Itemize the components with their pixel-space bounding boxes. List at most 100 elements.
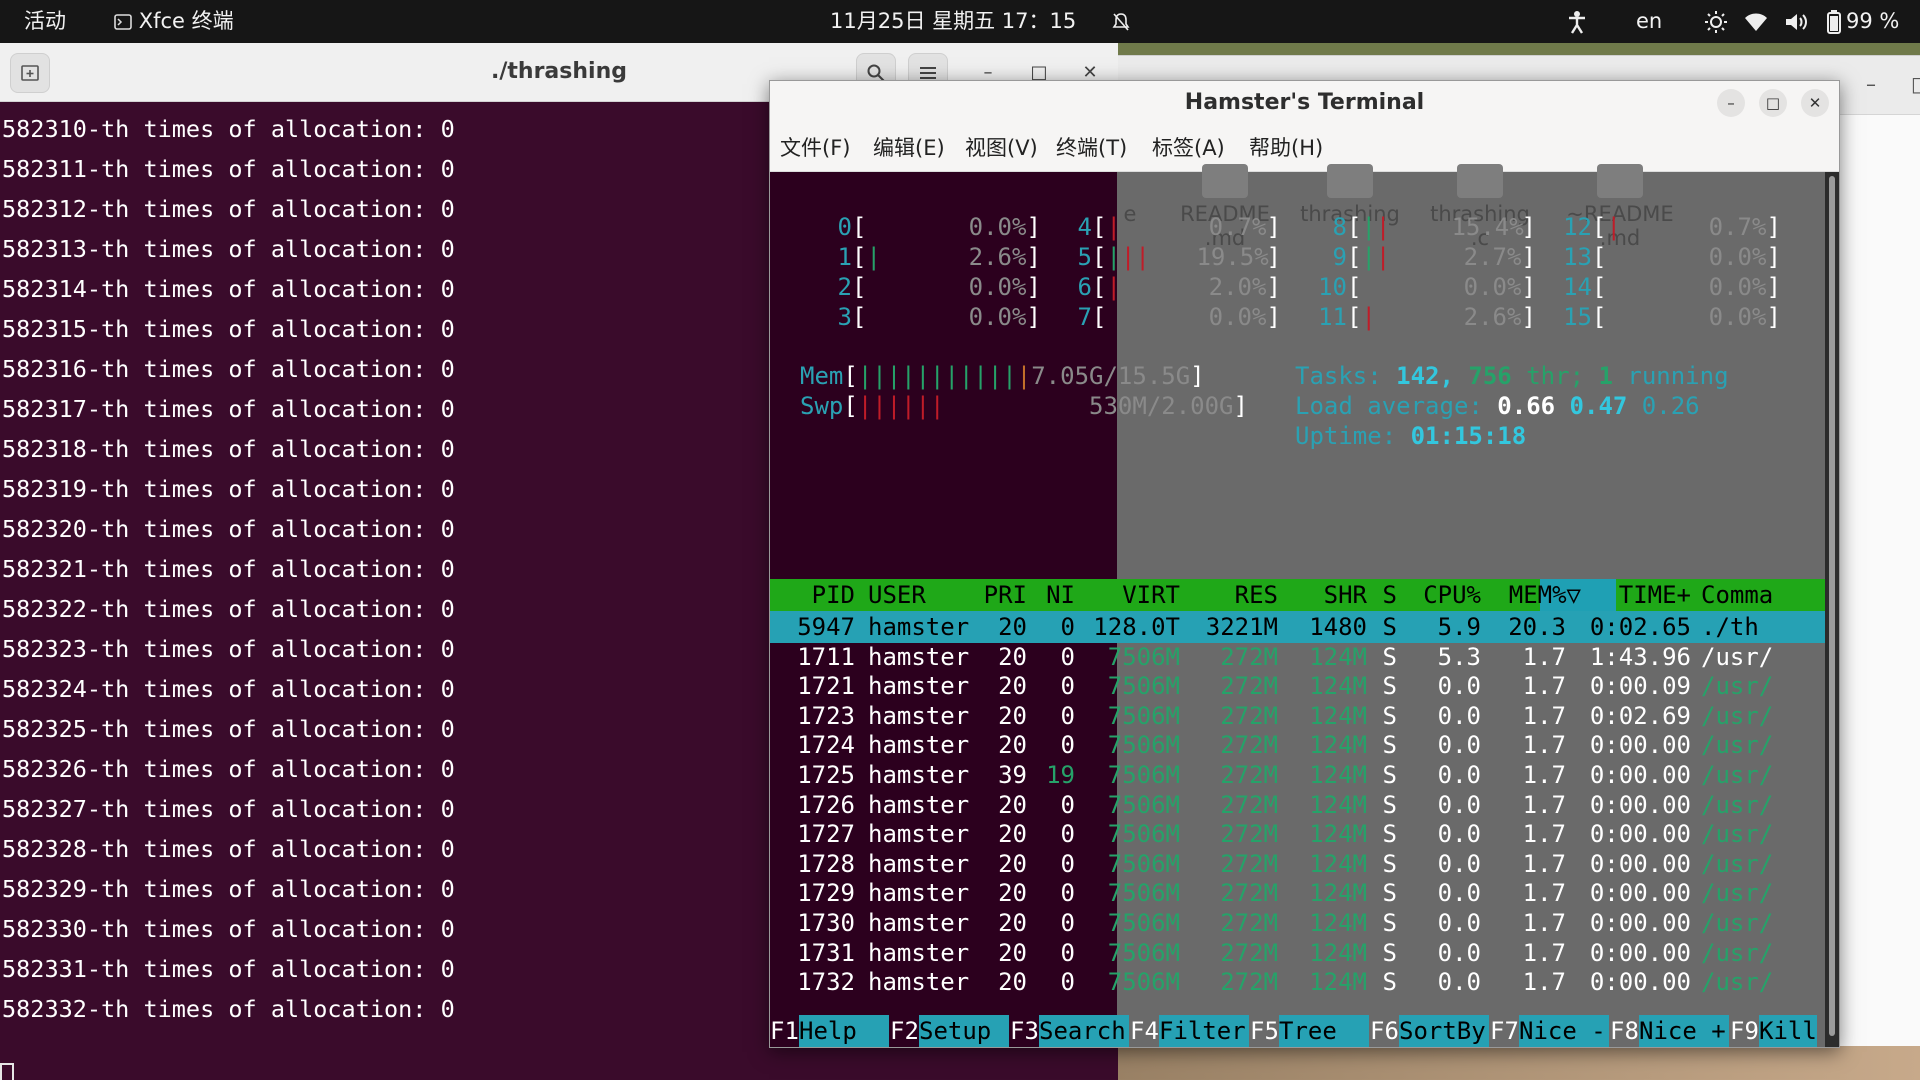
- close-button[interactable]: ✕: [1801, 89, 1829, 117]
- column-header-pri[interactable]: PRI: [970, 580, 1027, 610]
- terminal-output[interactable]: 582310-th times of allocation: 0 582311-t…: [2, 109, 455, 1029]
- cell-ni: 0: [1060, 672, 1075, 701]
- cell-time: 0:00.00: [1589, 790, 1691, 819]
- process-row[interactable]: 1730 hamster 20 0 7506M 272M 124M S 0.0 1.7 0:00.0…: [770, 908, 1825, 938]
- cpu-id: 10: [1318, 273, 1347, 301]
- fkey-9-button[interactable]: Kill: [1759, 1015, 1817, 1047]
- fkey-1-button[interactable]: Help: [799, 1015, 889, 1047]
- cell-s: S: [1382, 909, 1397, 937]
- column-header-cmd[interactable]: Comma: [1701, 580, 1821, 610]
- cell-pri: 20: [998, 731, 1027, 760]
- cell-virt: 7506M: [1107, 731, 1180, 760]
- process-row[interactable]: 1725 hamster 39 19 7506M 272M 124M S 0.0 1.7 0:00.…: [770, 760, 1825, 790]
- wifi-icon[interactable]: [1744, 0, 1768, 43]
- cell-user: hamster: [868, 879, 970, 908]
- cpu-percent: 0.0%: [968, 303, 1027, 331]
- cell-s: S: [1382, 968, 1397, 997]
- fkey-5-button[interactable]: Tree: [1279, 1015, 1369, 1047]
- volume-icon[interactable]: [1784, 0, 1808, 43]
- cell-time: 0:00.00: [1589, 909, 1691, 937]
- column-header-shr[interactable]: SHR: [1278, 580, 1367, 610]
- process-row[interactable]: 1727 hamster 20 0 7506M 272M 124M S 0.0 1.7 0:00.0…: [770, 819, 1825, 849]
- cell-shr: 124M: [1309, 968, 1367, 997]
- cell-cpu: 0.0: [1437, 820, 1481, 849]
- accessibility-icon[interactable]: [1566, 0, 1588, 43]
- menu-file[interactable]: 文件(F): [780, 125, 850, 171]
- cpu-percent: 2.7%: [1463, 243, 1522, 271]
- column-header-user[interactable]: USER: [868, 580, 978, 610]
- battery-icon[interactable]: [1824, 0, 1844, 43]
- hamster-terminal-window[interactable]: Hamster's Terminal – □ ✕ 文件(F) 编辑(E) 视图(V)…: [769, 80, 1840, 1048]
- cell-pri: 20: [998, 642, 1027, 671]
- scrollbar[interactable]: [1827, 172, 1837, 1047]
- cell-time: 0:00.00: [1589, 938, 1691, 967]
- process-row[interactable]: 1724 hamster 20 0 7506M 272M 124M S 0.0 1.7 0:00.0…: [770, 730, 1825, 760]
- cell-pid: 1721: [797, 672, 855, 701]
- column-header-pid[interactable]: PID: [770, 580, 855, 610]
- fkey-8-button[interactable]: Nice +: [1639, 1015, 1729, 1047]
- process-row[interactable]: 1723 hamster 20 0 7506M 272M 124M S 0.0 1.7 0:02.6…: [770, 701, 1825, 731]
- process-row[interactable]: 1726 hamster 20 0 7506M 272M 124M S 0.0 1.7 0:00.0…: [770, 790, 1825, 820]
- terminal-output-line: 582325-th times of allocation: 0: [2, 715, 455, 743]
- meter-bracket: ]: [1026, 273, 1041, 301]
- activities-button[interactable]: 活动: [24, 0, 66, 43]
- meter-bracket: [: [1092, 273, 1107, 301]
- column-header-virt[interactable]: VIRT: [1075, 580, 1180, 610]
- column-header-s[interactable]: S: [1367, 580, 1397, 610]
- cell-virt: 7506M: [1107, 849, 1180, 878]
- maximize-button[interactable]: □: [1759, 89, 1787, 117]
- terminal-output-line: 582326-th times of allocation: 0: [2, 755, 455, 783]
- process-row[interactable]: 1729 hamster 20 0 7506M 272M 124M S 0.0 1.7 0:00.0…: [770, 878, 1825, 908]
- window-title: Hamster's Terminal: [1184, 90, 1425, 115]
- cpu-id: 2: [837, 273, 852, 301]
- terminal-output-line: 582324-th times of allocation: 0: [2, 675, 455, 703]
- cell-cmd: /usr/: [1701, 968, 1774, 997]
- fkey-2-button[interactable]: Setup: [919, 1015, 1009, 1047]
- terminal-cursor: [0, 1063, 14, 1080]
- menu-view[interactable]: 视图(V): [965, 125, 1038, 171]
- input-language-indicator[interactable]: en: [1636, 0, 1662, 43]
- new-tab-icon: [21, 65, 39, 81]
- fkey-7-button[interactable]: Nice -: [1519, 1015, 1609, 1047]
- terminal-output-line: 582310-th times of allocation: 0: [2, 115, 455, 143]
- cell-user: hamster: [868, 672, 970, 701]
- clock[interactable]: 11月25日 星期五 17：15: [830, 0, 1076, 43]
- column-header-ni[interactable]: NI: [1027, 580, 1075, 610]
- scrollbar-thumb[interactable]: [1829, 176, 1835, 1036]
- process-row[interactable]: 1728 hamster 20 0 7506M 272M 124M S 0.0 1.7 0:00.0…: [770, 849, 1825, 879]
- cell-ni: 0: [1060, 613, 1075, 641]
- column-header-res[interactable]: RES: [1180, 580, 1278, 610]
- cell-cpu: 0.0: [1437, 849, 1481, 878]
- cpu-id: 11: [1318, 303, 1347, 331]
- cell-pid: 1729: [797, 879, 855, 908]
- terminal-output-line: 582319-th times of allocation: 0: [2, 475, 455, 503]
- minimize-icon[interactable]: –: [1866, 72, 1876, 96]
- new-tab-button[interactable]: [10, 53, 50, 93]
- terminal-output-line: 582327-th times of allocation: 0: [2, 795, 455, 823]
- menu-terminal[interactable]: 终端(T): [1056, 125, 1127, 171]
- cell-cmd: ./th: [1701, 613, 1759, 641]
- cell-virt: 7506M: [1107, 879, 1180, 908]
- cell-cmd: /usr/: [1701, 849, 1774, 878]
- process-row[interactable]: 1731 hamster 20 0 7506M 272M 124M S 0.0 1.7 0:00.0…: [770, 938, 1825, 968]
- process-row[interactable]: 1732 hamster 20 0 7506M 272M 124M S 0.0 1.7 0:00.0…: [770, 967, 1825, 997]
- active-app-menu[interactable]: Xfce 终端: [114, 0, 234, 43]
- fkey-6-button[interactable]: SortBy: [1399, 1015, 1489, 1047]
- fkey-3-button[interactable]: Search: [1039, 1015, 1129, 1047]
- menu-edit[interactable]: 编辑(E): [873, 125, 945, 171]
- cell-s: S: [1382, 731, 1397, 760]
- cell-pid: 1732: [797, 968, 855, 997]
- process-row[interactable]: 1711 hamster 20 0 7506M 272M 124M S 5.3 1.7 1:43.9…: [770, 642, 1825, 672]
- process-row[interactable]: 1721 hamster 20 0 7506M 272M 124M S 0.0 1.7 0:00.0…: [770, 671, 1825, 701]
- maximize-icon[interactable]: □: [1911, 72, 1920, 96]
- cpu-meter-1: 1[| 2.6%]: [800, 242, 1041, 272]
- minimize-button[interactable]: –: [1717, 89, 1745, 117]
- cell-ni: 0: [1060, 968, 1075, 997]
- terminal-output-line: 582311-th times of allocation: 0: [2, 155, 455, 183]
- brightness-icon[interactable]: [1704, 0, 1728, 43]
- column-header-time[interactable]: TIME+: [1566, 580, 1691, 610]
- process-row[interactable]: 5947 hamster 20 0 128.0T 3221M 1480 S 5.9 20.3 0:0…: [770, 612, 1825, 642]
- fkey-4-button[interactable]: Filter: [1159, 1015, 1249, 1047]
- htop-screen[interactable]: e README .md thrashing thrashing .c ~README …: [770, 164, 1825, 1047]
- column-header-cpu[interactable]: CPU%: [1397, 580, 1481, 610]
